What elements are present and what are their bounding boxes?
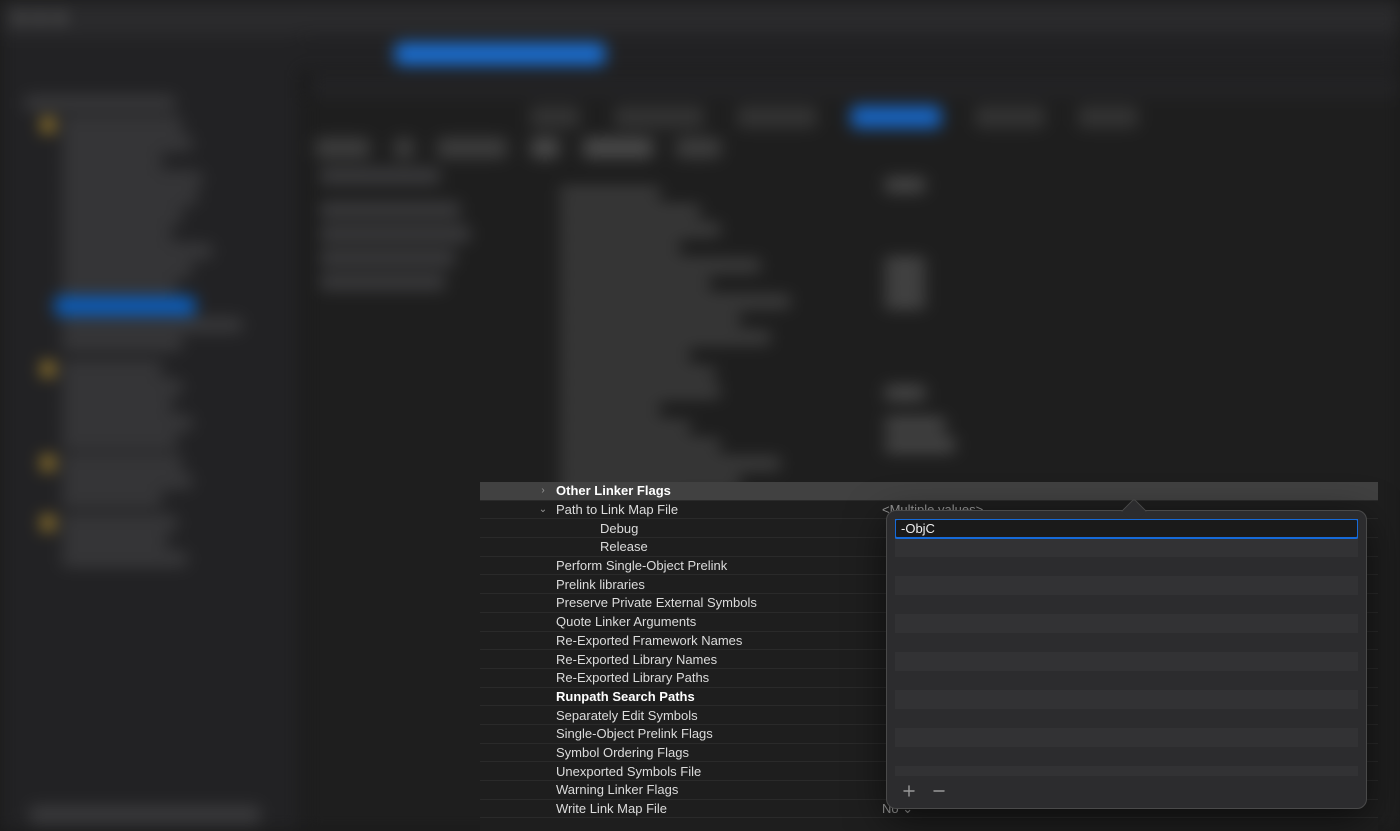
setting-label: Preserve Private External Symbols <box>556 595 757 610</box>
popover-row[interactable] <box>895 728 1358 747</box>
popover-row[interactable] <box>895 633 1358 652</box>
popover-row[interactable] <box>895 766 1358 776</box>
setting-label: Path to Link Map File <box>556 502 678 517</box>
setting-label: Other Linker Flags <box>556 483 671 498</box>
setting-label: Re-Exported Framework Names <box>556 633 742 648</box>
popover-row[interactable] <box>895 652 1358 671</box>
popover-row[interactable] <box>895 519 1358 538</box>
setting-label: Warning Linker Flags <box>556 782 678 797</box>
setting-label: Perform Single-Object Prelink <box>556 558 727 573</box>
linker-flags-popover <box>886 510 1367 809</box>
popover-row[interactable] <box>895 614 1358 633</box>
setting-label: Single-Object Prelink Flags <box>556 726 713 741</box>
setting-label: Re-Exported Library Paths <box>556 670 709 685</box>
setting-label: Quote Linker Arguments <box>556 614 696 629</box>
setting-row[interactable]: › Other Linker Flags <box>480 482 1378 501</box>
popover-row[interactable] <box>895 538 1358 557</box>
popover-value-list[interactable] <box>895 519 1358 776</box>
add-button[interactable] <box>901 783 917 799</box>
setting-label: Release <box>600 539 648 554</box>
setting-label: Separately Edit Symbols <box>556 708 698 723</box>
popover-footer <box>895 780 1358 802</box>
popover-row[interactable] <box>895 690 1358 709</box>
popover-row[interactable] <box>895 595 1358 614</box>
flag-edit-input[interactable] <box>901 521 1352 536</box>
setting-label: Runpath Search Paths <box>556 689 695 704</box>
popover-row[interactable] <box>895 747 1358 766</box>
popover-row[interactable] <box>895 576 1358 595</box>
setting-label: Symbol Ordering Flags <box>556 745 689 760</box>
popover-row[interactable] <box>895 709 1358 728</box>
setting-label: Debug <box>600 521 638 536</box>
setting-label: Re-Exported Library Names <box>556 652 717 667</box>
remove-button[interactable] <box>931 783 947 799</box>
setting-label: Unexported Symbols File <box>556 764 701 779</box>
popover-row[interactable] <box>895 671 1358 690</box>
chevron-down-icon[interactable]: ⌄ <box>536 504 550 515</box>
setting-label: Prelink libraries <box>556 577 645 592</box>
setting-label: Write Link Map File <box>556 801 667 816</box>
popover-row[interactable] <box>895 557 1358 576</box>
chevron-right-icon[interactable]: › <box>536 485 550 496</box>
